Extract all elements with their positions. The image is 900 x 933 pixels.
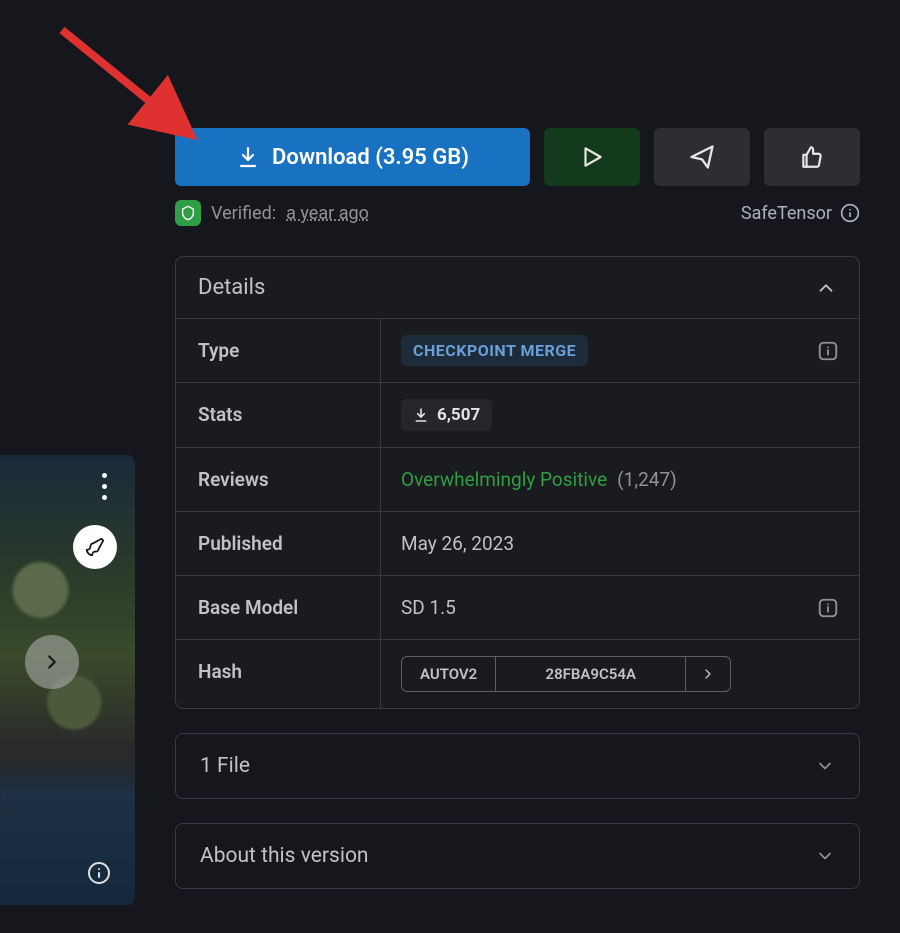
row-type: Type CHECKPOINT MERGE (176, 318, 859, 382)
details-panel: Details Type CHECKPOINT MERGE Stats (175, 256, 860, 709)
chevron-right-icon (700, 666, 716, 682)
hash-group: AUTOV2 28FBA9C54A (401, 656, 731, 692)
verified-block: Verified: a year ago (175, 200, 369, 226)
label-hash: Hash (176, 640, 381, 708)
gallery-next-button[interactable] (25, 635, 79, 689)
details-table: Type CHECKPOINT MERGE Stats 6,507 (176, 318, 859, 708)
shield-icon (175, 200, 201, 226)
about-title: About this version (200, 844, 369, 868)
review-rating: Overwhelmingly Positive (401, 468, 607, 491)
row-stats: Stats 6,507 (176, 382, 859, 447)
stats-value: 6,507 (437, 405, 480, 425)
thumbs-up-icon (799, 144, 825, 170)
about-panel: About this version (175, 823, 860, 889)
verified-prefix: Verified: (211, 203, 276, 224)
label-reviews: Reviews (176, 448, 381, 511)
remix-button[interactable] (73, 525, 117, 569)
hash-algo-button[interactable]: AUTOV2 (402, 657, 496, 691)
download-icon (236, 145, 260, 169)
base-model-value: SD 1.5 (401, 596, 456, 619)
info-icon[interactable] (840, 203, 860, 223)
gallery-thumbnail[interactable] (0, 455, 135, 905)
files-header[interactable]: 1 File (175, 733, 860, 799)
verified-time[interactable]: a year ago (286, 203, 369, 224)
meta-row: Verified: a year ago SafeTensor (175, 200, 860, 226)
row-base-model: Base Model SD 1.5 (176, 575, 859, 639)
review-count: (1,247) (617, 468, 677, 491)
model-sidebar: Download (3.95 GB) Verified: a year ago … (175, 128, 860, 889)
label-published: Published (176, 512, 381, 575)
play-icon (579, 144, 605, 170)
download-icon (413, 407, 429, 423)
info-icon (87, 861, 111, 885)
hash-value-button[interactable]: 28FBA9C54A (496, 657, 686, 691)
download-label: Download (3.95 GB) (272, 145, 469, 170)
hash-more-button[interactable] (686, 657, 730, 691)
type-info-button[interactable] (817, 340, 839, 362)
like-button[interactable] (764, 128, 860, 186)
details-title: Details (198, 275, 265, 300)
files-panel: 1 File (175, 733, 860, 799)
share-button[interactable] (654, 128, 750, 186)
chevron-right-icon (41, 651, 63, 673)
chevron-down-icon (815, 756, 835, 776)
chevron-down-icon (815, 846, 835, 866)
row-published: Published May 26, 2023 (176, 511, 859, 575)
row-reviews: Reviews Overwhelmingly Positive (1,247) (176, 447, 859, 511)
brush-icon (84, 536, 106, 558)
details-header[interactable]: Details (176, 257, 859, 318)
row-hash: Hash AUTOV2 28FBA9C54A (176, 639, 859, 708)
format-label: SafeTensor (741, 203, 832, 224)
thumbnail-menu-button[interactable] (102, 473, 107, 500)
label-base-model: Base Model (176, 576, 381, 639)
about-header[interactable]: About this version (175, 823, 860, 889)
info-icon (817, 597, 839, 619)
action-row: Download (3.95 GB) (175, 128, 860, 186)
format-tag: SafeTensor (741, 203, 860, 224)
files-title: 1 File (200, 754, 250, 778)
type-badge[interactable]: CHECKPOINT MERGE (401, 335, 588, 366)
info-icon (817, 340, 839, 362)
label-type: Type (176, 319, 381, 382)
base-info-button[interactable] (817, 597, 839, 619)
run-button[interactable] (544, 128, 640, 186)
label-stats: Stats (176, 383, 381, 447)
thumbnail-info-button[interactable] (85, 859, 113, 887)
share-icon (688, 143, 716, 171)
stats-badge: 6,507 (401, 399, 492, 431)
download-button[interactable]: Download (3.95 GB) (175, 128, 530, 186)
chevron-up-icon (815, 277, 837, 299)
published-value: May 26, 2023 (401, 532, 514, 555)
